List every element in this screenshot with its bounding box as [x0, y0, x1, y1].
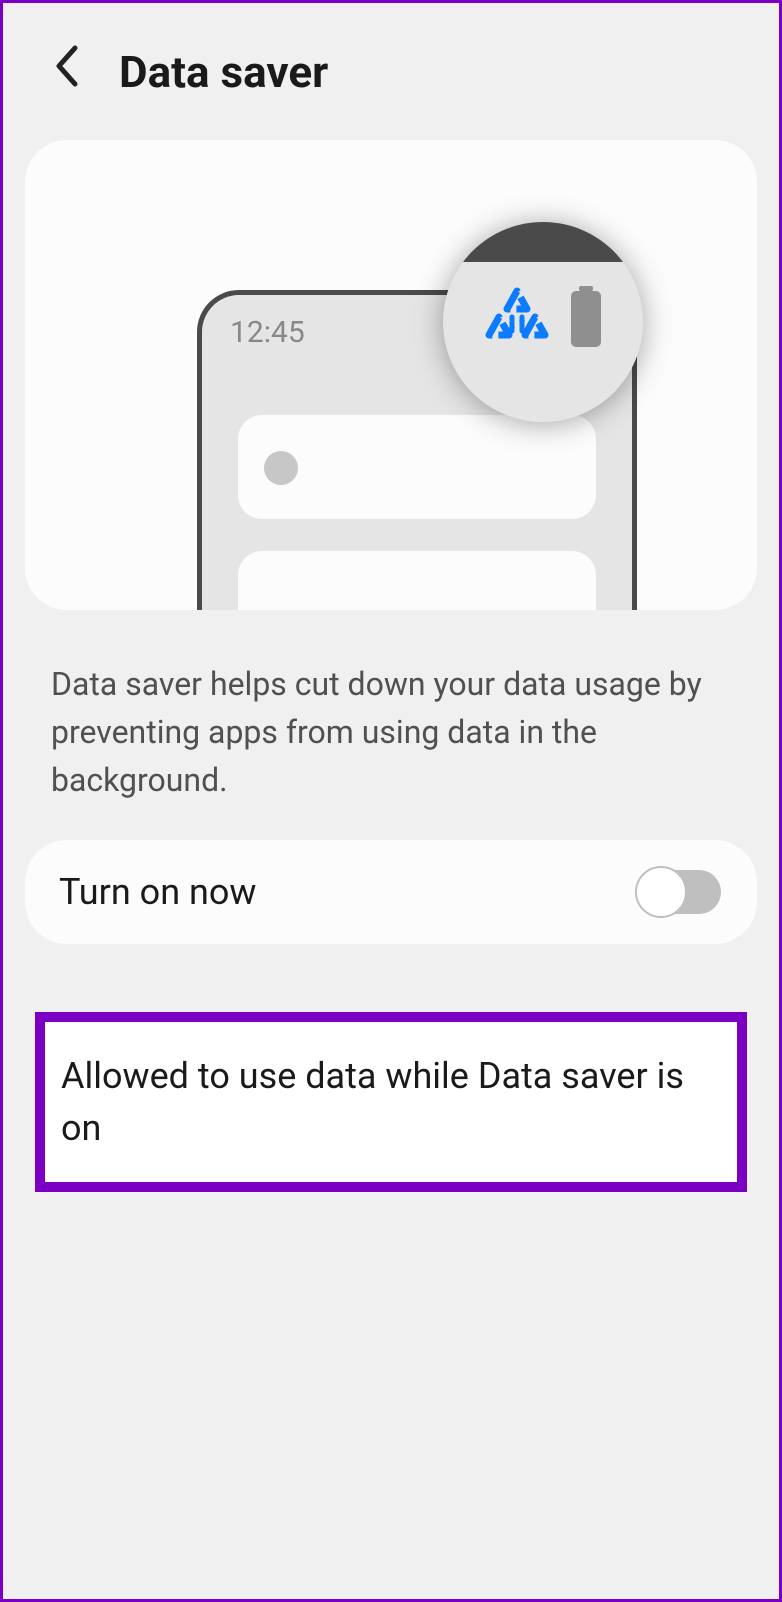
- header: Data saver: [3, 3, 779, 130]
- turn-on-now-row[interactable]: Turn on now: [25, 840, 757, 944]
- data-saver-triangle-icon: [485, 287, 549, 351]
- toggle-label: Turn on now: [59, 871, 256, 913]
- illustration-card: 12:45: [25, 140, 757, 610]
- page-title: Data saver: [119, 46, 328, 98]
- description-text: Data saver helps cut down your data usag…: [3, 610, 779, 840]
- toggle-knob: [635, 866, 687, 918]
- magnifier-lens: [443, 222, 643, 422]
- toggle-switch[interactable]: [637, 870, 721, 914]
- mock-row: [238, 551, 596, 610]
- allowed-apps-row[interactable]: Allowed to use data while Data saver is …: [35, 1012, 747, 1192]
- lens-bezel: [443, 222, 643, 262]
- mock-dot: [264, 451, 298, 485]
- mock-time: 12:45: [230, 315, 305, 350]
- back-icon[interactable]: [53, 43, 79, 100]
- battery-icon: [571, 291, 601, 347]
- allowed-apps-label: Allowed to use data while Data saver is …: [61, 1050, 717, 1154]
